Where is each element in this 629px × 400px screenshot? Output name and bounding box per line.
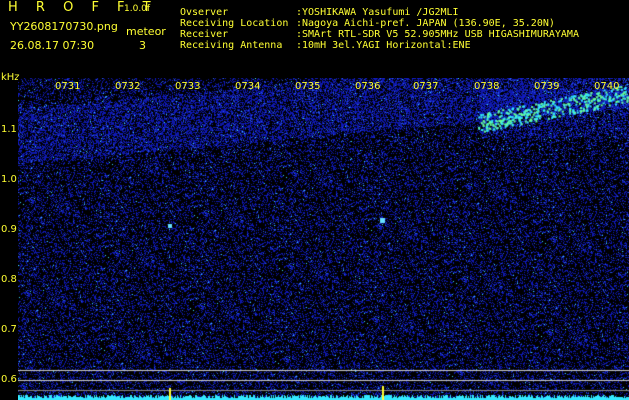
y-axis-label: 1.1 bbox=[1, 124, 17, 135]
time-tick-label: 0737 bbox=[413, 81, 439, 92]
time-tick-label: 0736 bbox=[355, 81, 381, 92]
meteor-count: 3 bbox=[139, 39, 146, 52]
time-tick-label: 0734 bbox=[235, 81, 261, 92]
spectrogram bbox=[18, 78, 629, 400]
y-axis-label: 0.7 bbox=[1, 324, 17, 335]
y-axis-label: 0.9 bbox=[1, 224, 17, 235]
y-axis-label: 1.0 bbox=[1, 174, 17, 185]
info-location-value: :Nagoya Aichi-pref. JAPAN (136.90E, 35.2… bbox=[296, 18, 555, 29]
time-tick-label: 0739 bbox=[534, 81, 560, 92]
info-observer-key: Ovserver bbox=[180, 7, 229, 18]
info-antenna-key: Receiving Antenna bbox=[180, 40, 283, 51]
timestamp-label: 26.08.17 07:30 bbox=[10, 39, 95, 52]
y-axis-label: 0.8 bbox=[1, 274, 17, 285]
info-receiver-key: Receiver bbox=[180, 29, 229, 40]
khz-unit-label: kHz bbox=[1, 72, 20, 83]
time-tick-label: 0733 bbox=[175, 81, 201, 92]
time-tick-label: 0738 bbox=[474, 81, 500, 92]
time-tick-label: 0731 bbox=[55, 81, 81, 92]
version-label: 1.0.0f bbox=[124, 4, 151, 14]
info-location-key: Receiving Location bbox=[180, 18, 289, 29]
info-receiver-value: :SMArt RTL-SDR V5 52.905MHz USB HIGASHIM… bbox=[296, 29, 579, 40]
time-tick-label: 0732 bbox=[115, 81, 141, 92]
time-tick-label: 0735 bbox=[295, 81, 321, 92]
meteor-label: meteor bbox=[126, 25, 166, 38]
time-tick-label: 0740 bbox=[594, 81, 620, 92]
info-observer-value: :YOSHIKAWA Yasufumi /JG2MLI bbox=[296, 7, 459, 18]
info-antenna-value: :10mH 3el.YAGI Horizontal:ENE bbox=[296, 40, 471, 51]
y-axis-label: 0.6 bbox=[1, 374, 17, 385]
filename-label: YY2608170730.png bbox=[10, 20, 118, 33]
